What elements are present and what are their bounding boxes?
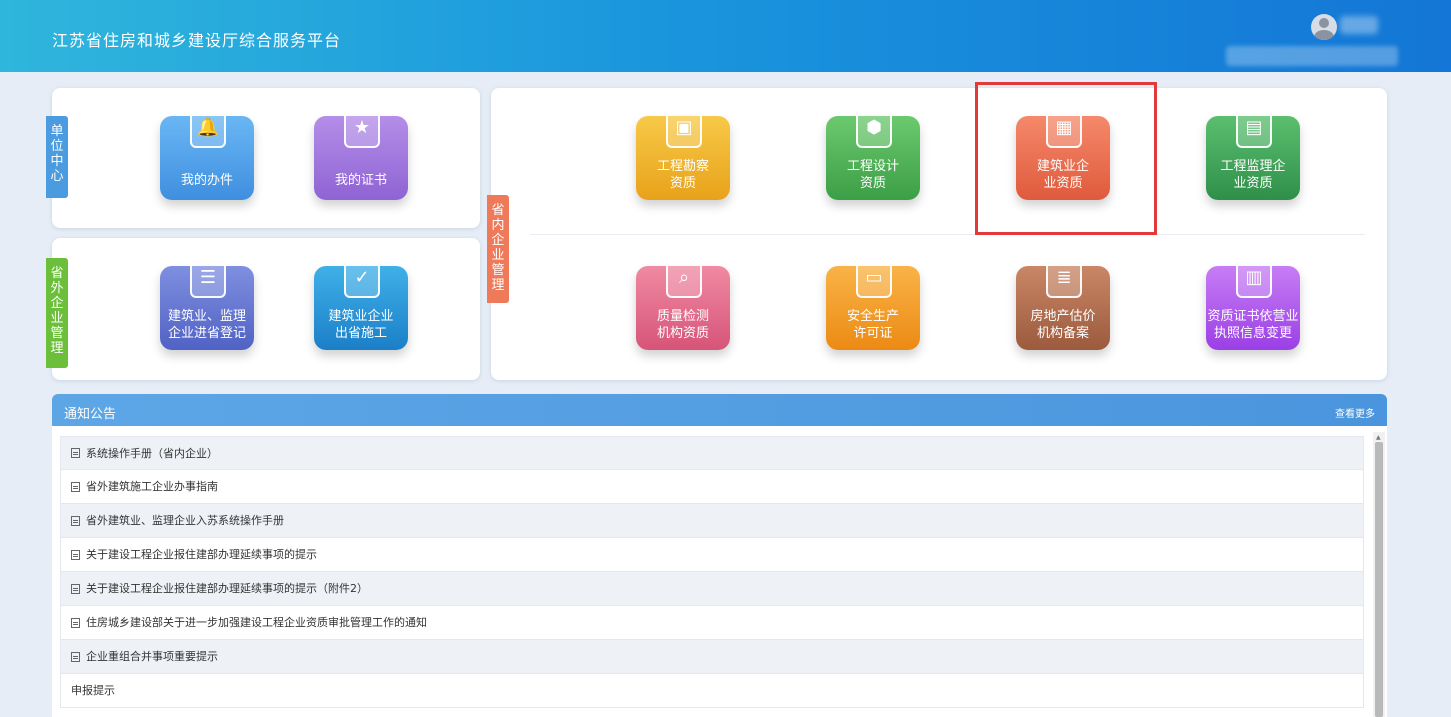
top-header: 江苏省住房和城乡建设厅综合服务平台 (0, 0, 1451, 72)
highlight-frame (975, 82, 1157, 235)
calendar-chart-icon: ▥ (1236, 256, 1272, 298)
notice-scrollbar[interactable]: ▲ (1373, 432, 1385, 717)
notice-list: 系统操作手册（省内企业） 省外建筑施工企业办事指南 省外建筑业、监理企业入苏系统… (60, 436, 1364, 708)
notice-item-label: 企业重组合并事项重要提示 (86, 650, 218, 663)
tile-label: 安全生产许可证 (846, 309, 899, 341)
view-more-link[interactable]: 查看更多 (1335, 405, 1375, 420)
my-cases-tile[interactable]: 🔔 我的办件 (160, 106, 254, 200)
notice-header: 通知公告 查看更多 (52, 394, 1387, 426)
notice-item-label: 省外建筑施工企业办事指南 (86, 480, 218, 493)
document-icon (71, 481, 80, 492)
tile-label: 资质证书依营业执照信息变更 (1207, 309, 1299, 341)
license-info-change-tile[interactable]: ▥ 资质证书依营业执照信息变更 (1206, 256, 1300, 350)
notice-item[interactable]: 省外建筑业、监理企业入苏系统操作手册 (60, 504, 1364, 538)
user-name-blurred[interactable] (1340, 16, 1378, 34)
user-avatar-icon[interactable] (1311, 14, 1337, 40)
inside-mgmt-tag: 省内企业管理 (487, 195, 509, 303)
real-estate-appraisal-tile[interactable]: ≣ 房地产估价机构备案 (1016, 256, 1110, 350)
document-icon (71, 515, 80, 526)
tile-label: 建筑业、监理企业进省登记 (167, 309, 246, 341)
document-icon (71, 651, 80, 662)
my-certificates-tile[interactable]: ★ 我的证书 (314, 106, 408, 200)
outside-mgmt-tag: 省外企业管理 (46, 258, 68, 368)
platform-title: 江苏省住房和城乡建设厅综合服务平台 (52, 31, 342, 50)
document-icon (71, 549, 80, 560)
notice-item-label: 申报提示 (71, 684, 115, 697)
tile-label: 工程设计资质 (846, 159, 899, 191)
notice-item[interactable]: 企业重组合并事项重要提示 (60, 640, 1364, 674)
tile-label: 房地产估价机构备案 (1030, 309, 1096, 341)
row-divider (530, 234, 1365, 235)
supervision-qualification-tile[interactable]: ▤ 工程监理企业资质 (1206, 106, 1300, 200)
tile-label: 建筑业企业出省施工 (328, 309, 394, 341)
magnifier-icon: ⌕ (666, 256, 702, 298)
notice-item-label: 住房城乡建设部关于进一步加强建设工程企业资质审批管理工作的通知 (86, 616, 427, 629)
document-icon (71, 583, 80, 594)
tile-label: 质量检测机构资质 (656, 309, 709, 341)
tile-label: 工程勘察资质 (656, 159, 709, 191)
bell-icon: 🔔 (190, 106, 226, 148)
notice-item-label: 省外建筑业、监理企业入苏系统操作手册 (86, 514, 284, 527)
calendar-shield-icon: ✓ (344, 256, 380, 298)
tile-label: 我的办件 (180, 173, 233, 188)
scroll-thumb[interactable] (1375, 442, 1383, 717)
id-card-icon: ▭ (856, 256, 892, 298)
design-qualification-tile[interactable]: ⬢ 工程设计资质 (826, 106, 920, 200)
notice-item[interactable]: 省外建筑施工企业办事指南 (60, 470, 1364, 504)
folder-icon: ▣ (666, 106, 702, 148)
tile-label: 我的证书 (334, 173, 387, 188)
grid-icon: ▤ (1236, 106, 1272, 148)
notice-item[interactable]: 住房城乡建设部关于进一步加强建设工程企业资质审批管理工作的通知 (60, 606, 1364, 640)
outbound-construction-tile[interactable]: ✓ 建筑业企业出省施工 (314, 256, 408, 350)
notice-item[interactable]: 系统操作手册（省内企业） (60, 436, 1364, 470)
tile-label: 工程监理企业资质 (1220, 159, 1286, 191)
document-icon (71, 448, 80, 458)
notice-item-label: 关于建设工程企业报住建部办理延续事项的提示 (86, 548, 317, 561)
notice-body: 系统操作手册（省内企业） 省外建筑施工企业办事指南 省外建筑业、监理企业入苏系统… (52, 426, 1387, 717)
document-icon (71, 617, 80, 628)
document-icon: ≣ (1046, 256, 1082, 298)
entry-registration-tile[interactable]: ☰ 建筑业、监理企业进省登记 (160, 256, 254, 350)
safety-permit-tile[interactable]: ▭ 安全生产许可证 (826, 256, 920, 350)
medal-icon: ★ (344, 106, 380, 148)
hexagon-icon: ⬢ (856, 106, 892, 148)
quality-inspection-tile[interactable]: ⌕ 质量检测机构资质 (636, 256, 730, 350)
notice-item[interactable]: 申报提示 (60, 674, 1364, 708)
notice-item[interactable]: 关于建设工程企业报住建部办理延续事项的提示 (60, 538, 1364, 572)
user-info-blurred (1226, 46, 1398, 66)
notice-item-label: 关于建设工程企业报住建部办理延续事项的提示（附件2） (86, 582, 368, 595)
unit-center-tag: 单位中心 (46, 116, 68, 198)
survey-qualification-tile[interactable]: ▣ 工程勘察资质 (636, 106, 730, 200)
outside-province-panel (52, 238, 480, 380)
notice-item-label: 系统操作手册（省内企业） (86, 446, 218, 460)
unit-center-panel (52, 88, 480, 228)
notice-item[interactable]: 关于建设工程企业报住建部办理延续事项的提示（附件2） (60, 572, 1364, 606)
scroll-up-arrow-icon[interactable]: ▲ (1376, 434, 1381, 441)
clipboard-icon: ☰ (190, 256, 226, 298)
notice-title: 通知公告 (64, 407, 117, 422)
